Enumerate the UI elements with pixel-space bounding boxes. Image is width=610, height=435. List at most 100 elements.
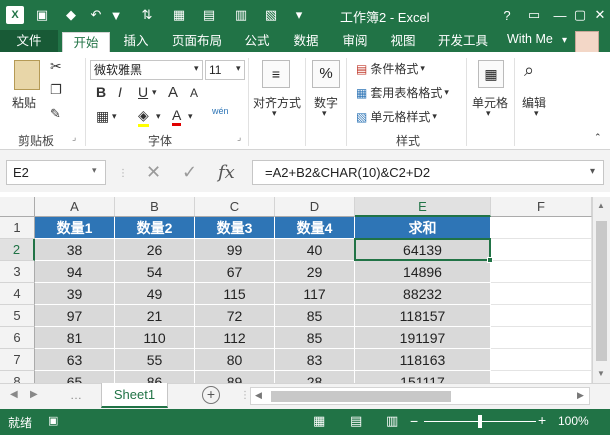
avatar[interactable] — [575, 31, 599, 53]
tab-home[interactable]: 开始 — [62, 32, 110, 54]
cell-f8[interactable] — [491, 371, 592, 383]
zoom-level[interactable]: 100% — [558, 414, 589, 428]
chevron-down-icon[interactable]: ▾ — [236, 63, 241, 74]
cell-b4[interactable]: 49 — [115, 283, 195, 305]
phonetic-button[interactable]: wén — [212, 106, 229, 116]
fill-handle[interactable] — [487, 257, 493, 263]
tab-review[interactable]: 审阅 — [334, 30, 376, 52]
filter-icon[interactable]: ▼ — [107, 6, 125, 24]
cell-e6[interactable]: 191197 — [355, 327, 491, 349]
prev-sheet-icon[interactable]: ◀ — [10, 389, 18, 400]
cell-d4[interactable]: 117 — [275, 283, 355, 305]
cell-c4[interactable]: 115 — [195, 283, 275, 305]
cell-c1[interactable]: 数量3 — [195, 217, 275, 239]
undo-icon[interactable]: ↶ — [87, 6, 105, 24]
tab-developer[interactable]: 开发工具 — [430, 30, 496, 52]
cell-f6[interactable] — [491, 327, 592, 349]
cell-e2[interactable]: 64139 — [355, 239, 491, 261]
cell-f3[interactable] — [491, 261, 592, 283]
sheet-tab-sheet1[interactable]: Sheet1 — [101, 383, 168, 408]
scroll-right-icon[interactable]: ▶ — [577, 390, 584, 401]
tab-data[interactable]: 数据 — [284, 30, 328, 52]
cell-c6[interactable]: 112 — [195, 327, 275, 349]
cell-c7[interactable]: 80 — [195, 349, 275, 371]
chevron-down-icon[interactable]: ▾ — [92, 165, 97, 176]
name-box[interactable]: E2 — [6, 160, 106, 185]
format-painter-icon[interactable]: ✎ — [50, 106, 61, 122]
cell-b2[interactable]: 26 — [115, 239, 195, 261]
chevron-down-icon[interactable]: ▾ — [112, 111, 117, 122]
cut-icon[interactable]: ✂ — [50, 58, 62, 75]
cell-f1[interactable] — [491, 217, 592, 239]
copy-icon[interactable]: ❐ — [50, 82, 62, 98]
tab-file[interactable]: 文件 — [0, 30, 58, 52]
scroll-thumb[interactable] — [596, 221, 607, 361]
alignment-button[interactable]: 对齐方式 — [253, 94, 301, 111]
enter-icon[interactable]: ✓ — [182, 160, 197, 185]
cell-d2[interactable]: 40 — [275, 239, 355, 261]
bold-button[interactable]: B — [96, 84, 106, 100]
chevron-down-icon[interactable]: ▾ — [188, 111, 193, 122]
chevron-down-icon[interactable]: ▾ — [156, 111, 161, 122]
cell-b3[interactable]: 54 — [115, 261, 195, 283]
hscroll-thumb[interactable] — [271, 391, 451, 402]
tab-page-layout[interactable]: 页面布局 — [164, 30, 230, 52]
font-color-button[interactable]: A — [172, 107, 182, 126]
row-header-8[interactable]: 8 — [0, 371, 35, 383]
format-as-table-button[interactable]: ▦ 套用表格格式 ▾ — [356, 84, 449, 101]
column-header-c[interactable]: C — [195, 197, 275, 217]
insert-function-icon[interactable]: fx — [218, 160, 235, 185]
expand-formula-icon[interactable]: ▾ — [590, 166, 595, 177]
row-header-6[interactable]: 6 — [0, 327, 35, 349]
formula-input[interactable]: =A2+B2&CHAR(10)&C2+D2 — [252, 160, 604, 185]
alignment-icon[interactable]: ≡ — [262, 60, 290, 88]
row-header-5[interactable]: 5 — [0, 305, 35, 327]
cell-e1[interactable]: 求和 — [355, 217, 491, 239]
cell-d8[interactable]: 28 — [275, 371, 355, 383]
cell-a7[interactable]: 63 — [35, 349, 115, 371]
row-header-7[interactable]: 7 — [0, 349, 35, 371]
cell-a8[interactable]: 65 — [35, 371, 115, 383]
cell-f7[interactable] — [491, 349, 592, 371]
sort-icon[interactable]: ⇅ — [138, 6, 156, 24]
cell-c5[interactable]: 72 — [195, 305, 275, 327]
column-header-d[interactable]: D — [275, 197, 355, 217]
macro-record-icon[interactable]: ▣ — [48, 414, 58, 427]
save-icon[interactable]: ▣ — [33, 6, 51, 24]
border-icon[interactable]: ▦ — [96, 108, 109, 125]
user-dropdown-icon[interactable]: ▾ — [562, 35, 567, 46]
worksheet-grid[interactable]: A B C D E F 1 2 3 4 5 6 7 8 数量1 数量2 数量3 数量4 求和 38 26 99 40 6413… — [0, 197, 592, 383]
scroll-up-icon[interactable]: ▲ — [597, 201, 605, 210]
border-icon[interactable]: ▦ — [170, 6, 188, 24]
cell-e8[interactable]: 151117 — [355, 371, 491, 383]
horizontal-scrollbar[interactable]: ◀ ▶ — [250, 387, 590, 405]
font-launcher-icon[interactable]: ⌟ — [237, 132, 241, 143]
italic-button[interactable]: I — [118, 84, 122, 100]
chevron-down-icon[interactable]: ▾ — [194, 63, 199, 74]
normal-view-icon[interactable]: ▦ — [313, 413, 325, 429]
tab-view[interactable]: 视图 — [382, 30, 424, 52]
cell-d5[interactable]: 85 — [275, 305, 355, 327]
paste-button[interactable]: 粘贴 — [12, 94, 36, 111]
chevron-down-icon[interactable]: ▾ — [272, 108, 277, 119]
add-sheet-icon[interactable]: + — [202, 386, 220, 404]
row-header-2[interactable]: 2 — [0, 239, 35, 261]
cell-e7[interactable]: 118163 — [355, 349, 491, 371]
number-format-icon[interactable]: % — [312, 60, 340, 88]
column-header-e[interactable]: E — [355, 197, 491, 217]
cell-b1[interactable]: 数量2 — [115, 217, 195, 239]
row-header-4[interactable]: 4 — [0, 283, 35, 305]
cell-c8[interactable]: 89 — [195, 371, 275, 383]
column-header-f[interactable]: F — [491, 197, 592, 217]
sheet-more-icon[interactable]: … — [70, 388, 82, 402]
column-header-b[interactable]: B — [115, 197, 195, 217]
cell-c3[interactable]: 67 — [195, 261, 275, 283]
scroll-left-icon[interactable]: ◀ — [255, 390, 262, 401]
select-all-corner[interactable] — [0, 197, 35, 217]
paste-icon[interactable] — [14, 60, 40, 90]
row-header-1[interactable]: 1 — [0, 217, 35, 239]
split-handle-icon[interactable]: ⋮ — [240, 390, 250, 401]
cell-e5[interactable]: 118157 — [355, 305, 491, 327]
cell-a2[interactable]: 38 — [35, 239, 115, 261]
page-break-view-icon[interactable]: ▥ — [386, 413, 398, 429]
